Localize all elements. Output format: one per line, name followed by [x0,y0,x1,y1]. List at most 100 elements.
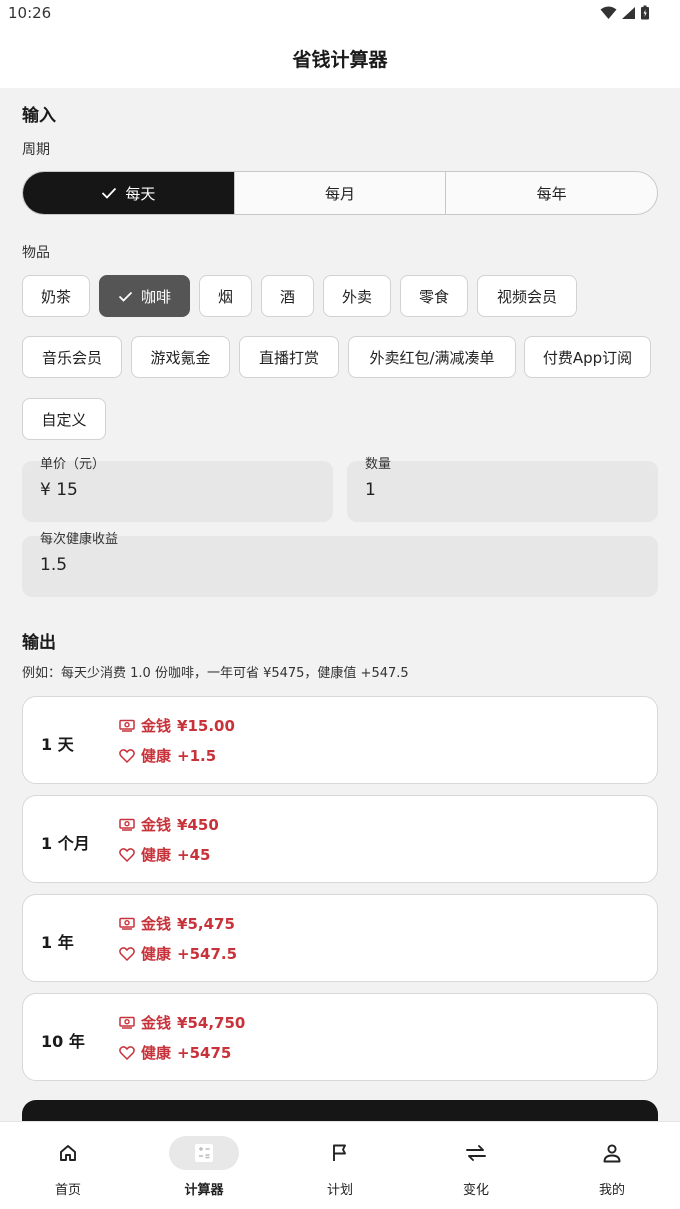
result-card-year: 1 年 金钱 ¥5,475 健康 +547.5 [22,894,658,982]
input-section-title: 输入 [22,106,56,126]
nav-icon-wrap [441,1136,511,1170]
item-chip-cigarette[interactable]: 烟 [199,275,252,317]
nav-item-home[interactable]: 首页 [0,1122,136,1209]
money-icon [119,818,135,831]
health-gain-field-label: 每次健康收益 [40,532,119,547]
health-label: 健康 [141,945,172,963]
result-health-row: 健康 +45 [119,844,210,865]
nav-icon-wrap [169,1136,239,1170]
result-money-row: 金钱 ¥5,475 [119,913,235,934]
page-title: 省钱计算器 [292,49,388,71]
money-label: 金钱 [141,1014,172,1032]
main-content[interactable]: 输入 周期 每天 每月 每年 物品 奶茶 咖啡 烟 酒 外卖 零食 视频会员 音… [0,88,680,1121]
health-label: 健康 [141,747,172,765]
calculator-icon [195,1144,213,1162]
health-label: 健康 [141,846,172,864]
item-chip-live-tipping[interactable]: 直播打赏 [239,336,339,378]
nav-label: 变化 [462,1183,489,1198]
health-gain-field[interactable]: 每次健康收益 1.5 [22,532,658,597]
heart-icon [119,748,135,763]
result-card-decade: 10 年 金钱 ¥54,750 健康 +5475 [22,993,658,1081]
result-money-row: 金钱 ¥54,750 [119,1012,245,1033]
quantity-field[interactable]: 数量 1 [347,457,658,522]
chip-label: 外卖 [341,287,372,306]
bottom-navigation: 首页 计算器 计划 变化 我的 [0,1121,680,1209]
chip-label: 酒 [279,287,295,306]
price-field-label: 单价（元） [40,457,106,472]
check-icon [118,291,133,302]
period-option-monthly[interactable]: 每月 [233,172,446,214]
status-time: 10:26 [8,4,52,22]
item-chip-game-spending[interactable]: 游戏氪金 [131,336,230,378]
result-card-day: 1 天 金钱 ¥15.00 健康 +1.5 [22,696,658,784]
money-label: 金钱 [141,717,172,735]
result-health-row: 健康 +547.5 [119,943,237,964]
result-health-row: 健康 +1.5 [119,745,216,766]
period-segmented-control: 每天 每月 每年 [22,171,658,215]
nav-item-profile[interactable]: 我的 [544,1122,680,1209]
check-icon [102,187,117,199]
item-chip-app-subscription[interactable]: 付费App订阅 [524,336,651,378]
chip-label: 音乐会员 [41,348,102,367]
flag-icon [333,1144,346,1161]
result-period: 1 个月 [41,834,90,853]
wifi-icon [600,6,617,19]
item-chip-snacks[interactable]: 零食 [400,275,468,317]
nav-icon-wrap [577,1136,647,1170]
quantity-field-label: 数量 [365,457,392,472]
nav-icon-wrap [305,1136,375,1170]
chip-label: 直播打赏 [258,348,319,367]
action-button[interactable] [22,1100,658,1121]
item-chip-coffee[interactable]: 咖啡 [99,275,190,317]
period-option-daily[interactable]: 每天 [23,172,234,214]
chip-label: 烟 [217,287,233,306]
period-option-yearly[interactable]: 每年 [445,172,657,214]
signal-icon [622,6,635,19]
price-field-value: ¥ 15 [40,480,78,500]
price-field[interactable]: 单价（元） ¥ 15 [22,457,333,522]
output-section-title: 输出 [22,633,56,653]
chip-label: 付费App订阅 [542,348,633,367]
item-chip-video-membership[interactable]: 视频会员 [477,275,577,317]
health-value: +1.5 [177,746,217,765]
item-chip-takeout-coupons[interactable]: 外卖红包/满减凑单 [348,336,516,378]
money-label: 金钱 [141,816,172,834]
item-chip-music-membership[interactable]: 音乐会员 [22,336,122,378]
home-icon [60,1145,76,1161]
status-icons [600,5,650,20]
result-period: 1 天 [41,735,74,754]
nav-item-changes[interactable]: 变化 [408,1122,544,1209]
health-value: +547.5 [177,944,238,963]
item-chip-alcohol[interactable]: 酒 [261,275,314,317]
nav-label: 计算器 [184,1183,224,1198]
period-label: 周期 [22,142,50,158]
result-money-row: 金钱 ¥15.00 [119,715,235,736]
chip-label: 自定义 [41,410,87,429]
health-label: 健康 [141,1044,172,1062]
chip-label: 外卖红包/满减凑单 [369,348,495,367]
heart-icon [119,1045,135,1060]
money-value: ¥5,475 [177,914,235,933]
swap-icon [466,1145,486,1161]
chip-label: 咖啡 [140,287,171,306]
nav-item-plan[interactable]: 计划 [272,1122,408,1209]
nav-label: 计划 [326,1183,353,1198]
health-gain-field-value: 1.5 [40,555,68,575]
result-period: 10 年 [41,1032,85,1051]
money-value: ¥54,750 [177,1013,246,1032]
health-value: +5475 [177,1043,232,1062]
item-chip-milk-tea[interactable]: 奶茶 [22,275,90,317]
chip-label: 视频会员 [496,287,557,306]
example-text: 例如：每天少消费 1.0 份咖啡，一年可省 ¥5475，健康值 +547.5 [22,666,409,681]
money-icon [119,719,135,732]
result-card-month: 1 个月 金钱 ¥450 健康 +45 [22,795,658,883]
item-chip-custom[interactable]: 自定义 [22,398,106,440]
nav-icon-wrap [33,1136,103,1170]
nav-label: 首页 [54,1183,81,1198]
result-period: 1 年 [41,933,74,952]
item-chip-takeout[interactable]: 外卖 [323,275,391,317]
result-money-row: 金钱 ¥450 [119,814,219,835]
money-icon [119,1016,135,1029]
nav-item-calculator[interactable]: 计算器 [136,1122,272,1209]
period-option-label: 每月 [325,184,356,203]
